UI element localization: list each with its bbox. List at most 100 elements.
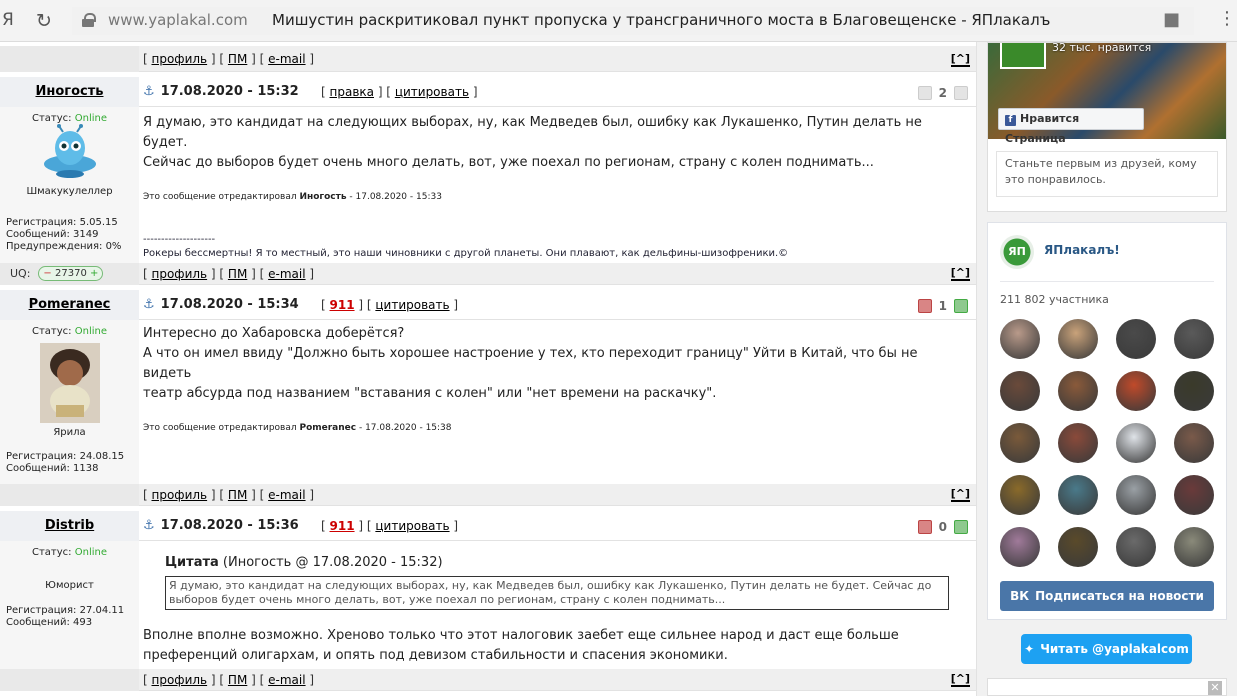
vk-member-avatar[interactable] — [1174, 319, 1214, 359]
report-code-link[interactable]: 911 — [330, 519, 355, 533]
quote-link[interactable]: цитировать — [395, 85, 469, 99]
vk-members-count: 211 802 участника — [1000, 293, 1109, 306]
author-nick[interactable]: Distrib — [45, 518, 94, 533]
scroll-up-button[interactable]: [^] — [950, 672, 970, 687]
post-text-line: Вполне вполне возможно. Хреново только ч… — [143, 628, 899, 643]
pm-link[interactable]: ПМ — [228, 673, 247, 687]
vk-member-avatar[interactable] — [1000, 527, 1040, 567]
post-date: 17.08.2020 - 15:36 — [160, 518, 299, 533]
post-links: [ профиль ] [ ПМ ] [ e-mail ] — [143, 267, 315, 281]
profile-link[interactable]: профиль — [152, 673, 208, 687]
thumbs-up-icon[interactable] — [954, 520, 968, 534]
post-date: 17.08.2020 - 15:32 — [160, 84, 299, 99]
vk-member-avatar[interactable] — [1174, 423, 1214, 463]
avatar-label: Ярила — [53, 427, 86, 438]
author-panel: Статус: Online Шмакукулеллер Регистрация… — [0, 107, 139, 263]
quote-block: Цитата (Иногость @ 17.08.2020 - 15:32) Я… — [165, 553, 949, 610]
address-bar[interactable]: www.yaplakal.com Мишустин раскритиковал … — [72, 7, 1194, 35]
vk-group-name[interactable]: ЯПлакалъ! — [1044, 243, 1120, 257]
vk-icon: ВК — [1010, 589, 1030, 603]
vk-member-avatar[interactable] — [1116, 319, 1156, 359]
reload-icon[interactable]: ↻ — [36, 10, 52, 32]
quote-link[interactable]: цитировать — [375, 298, 449, 312]
vk-member-avatar[interactable] — [1058, 423, 1098, 463]
pm-link[interactable]: ПМ — [228, 488, 247, 502]
author-panel: Статус: Online Юморист Регистрация: 27.0… — [0, 541, 139, 669]
scroll-up-button[interactable]: [^] — [950, 52, 970, 67]
author-panel: Статус: Online Ярила Регистрация: 24.08.… — [0, 320, 139, 484]
vk-member-avatar[interactable] — [1116, 371, 1156, 411]
vk-member-avatar[interactable] — [1116, 475, 1156, 515]
menu-icon[interactable]: ⋮ — [1218, 8, 1236, 29]
avatar — [43, 124, 96, 178]
vk-member-avatar[interactable] — [1174, 475, 1214, 515]
post-rating: 2 — [917, 84, 968, 102]
post-links: [ профиль ] [ ПМ ] [ e-mail ] — [143, 488, 315, 502]
rating-value: 0 — [938, 520, 947, 534]
vk-member-avatar[interactable] — [1116, 423, 1156, 463]
author-nick[interactable]: Иногость — [36, 84, 104, 99]
scroll-up-button[interactable]: [^] — [950, 487, 970, 502]
profile-link[interactable]: профиль — [152, 488, 208, 502]
vk-member-avatar[interactable] — [1174, 371, 1214, 411]
vk-subscribe-button[interactable]: ВК Подписаться на новости — [1000, 581, 1214, 611]
author-stats: Регистрация: 27.04.11 Сообщений: 493 — [6, 605, 125, 628]
right-sidebar: 32 тыс. нравится f Нравится Страница Стан… — [976, 42, 1237, 696]
thumbs-down-icon[interactable] — [917, 299, 932, 313]
forum-thread: [ профиль ] [ ПМ ] [ e-mail ] [^] Иногос… — [0, 42, 976, 696]
post-rating: 0 — [917, 518, 968, 536]
post-controls-bar: [ профиль ] [ ПМ ] [ e-mail ] [^] — [0, 46, 976, 72]
post-header: Иногость ⚓ 17.08.2020 - 15:32 [ правка ] … — [0, 77, 976, 107]
edit-link[interactable]: правка — [330, 85, 375, 99]
pm-link[interactable]: ПМ — [228, 52, 247, 66]
facebook-like-button[interactable]: f Нравится Страница — [998, 108, 1144, 145]
post-date: 17.08.2020 - 15:34 — [160, 297, 299, 312]
thumbs-down-icon[interactable] — [917, 520, 932, 534]
anchor-icon[interactable]: ⚓ — [143, 84, 155, 99]
post-text-line: Интересно до Хабаровска доберётся? — [143, 326, 405, 341]
vk-member-avatar[interactable] — [1000, 319, 1040, 359]
scroll-up-button[interactable]: [^] — [950, 266, 970, 281]
profile-link[interactable]: профиль — [152, 52, 208, 66]
vk-member-avatar[interactable] — [1174, 527, 1214, 567]
vk-member-avatar[interactable] — [1000, 371, 1040, 411]
twitter-follow-button[interactable]: ✦ Читать @yaplakalcom — [1021, 634, 1192, 664]
pm-link[interactable]: ПМ — [228, 267, 247, 281]
vk-member-avatar[interactable] — [1058, 527, 1098, 567]
author-nick[interactable]: Pomeranec — [29, 297, 111, 312]
bookmark-icon[interactable]: ■ — [1163, 9, 1180, 30]
vk-member-avatar[interactable] — [1116, 527, 1156, 567]
author-status: Статус: Online — [32, 326, 107, 337]
avatar-label: Шмакукулеллер — [26, 186, 113, 197]
post-text-line: преференций олигархам, и опять под девиз… — [143, 648, 728, 663]
profile-link[interactable]: профиль — [152, 267, 208, 281]
facebook-icon: f — [1005, 115, 1016, 126]
email-link[interactable]: e-mail — [268, 488, 305, 502]
thumbs-up-icon[interactable] — [954, 299, 968, 313]
thumbs-up-icon[interactable] — [954, 86, 968, 100]
vk-member-avatar[interactable] — [1058, 371, 1098, 411]
post-text-line: театр абсурда под названием "вставания с… — [143, 386, 717, 401]
post-header: Pomeranec ⚓ 17.08.2020 - 15:34 [ 911 ] [ … — [0, 290, 976, 320]
vk-member-avatar[interactable] — [1000, 423, 1040, 463]
anchor-icon[interactable]: ⚓ — [143, 518, 155, 533]
ad-box: ✕ — [987, 678, 1227, 696]
back-arrow-icon[interactable]: Я — [2, 10, 14, 30]
email-link[interactable]: e-mail — [268, 52, 305, 66]
vk-member-avatar[interactable] — [1058, 475, 1098, 515]
quote-link[interactable]: цитировать — [375, 519, 449, 533]
site-logo — [1000, 43, 1046, 69]
thumbs-down-icon[interactable] — [917, 86, 932, 100]
vk-member-avatar[interactable] — [1000, 475, 1040, 515]
facebook-friends-note: Станьте первым из друзей, кому это понра… — [996, 151, 1218, 197]
close-icon[interactable]: ✕ — [1208, 681, 1222, 695]
email-link[interactable]: e-mail — [268, 673, 305, 687]
vk-group-logo[interactable]: ЯП — [1000, 235, 1034, 269]
url-text: www.yaplakal.com — [108, 11, 248, 29]
email-link[interactable]: e-mail — [268, 267, 305, 281]
anchor-icon[interactable]: ⚓ — [143, 297, 155, 312]
avatar-label: Юморист — [45, 580, 94, 591]
report-code-link[interactable]: 911 — [330, 298, 355, 312]
vk-member-avatar[interactable] — [1058, 319, 1098, 359]
author-status: Статус: Online — [32, 547, 107, 558]
